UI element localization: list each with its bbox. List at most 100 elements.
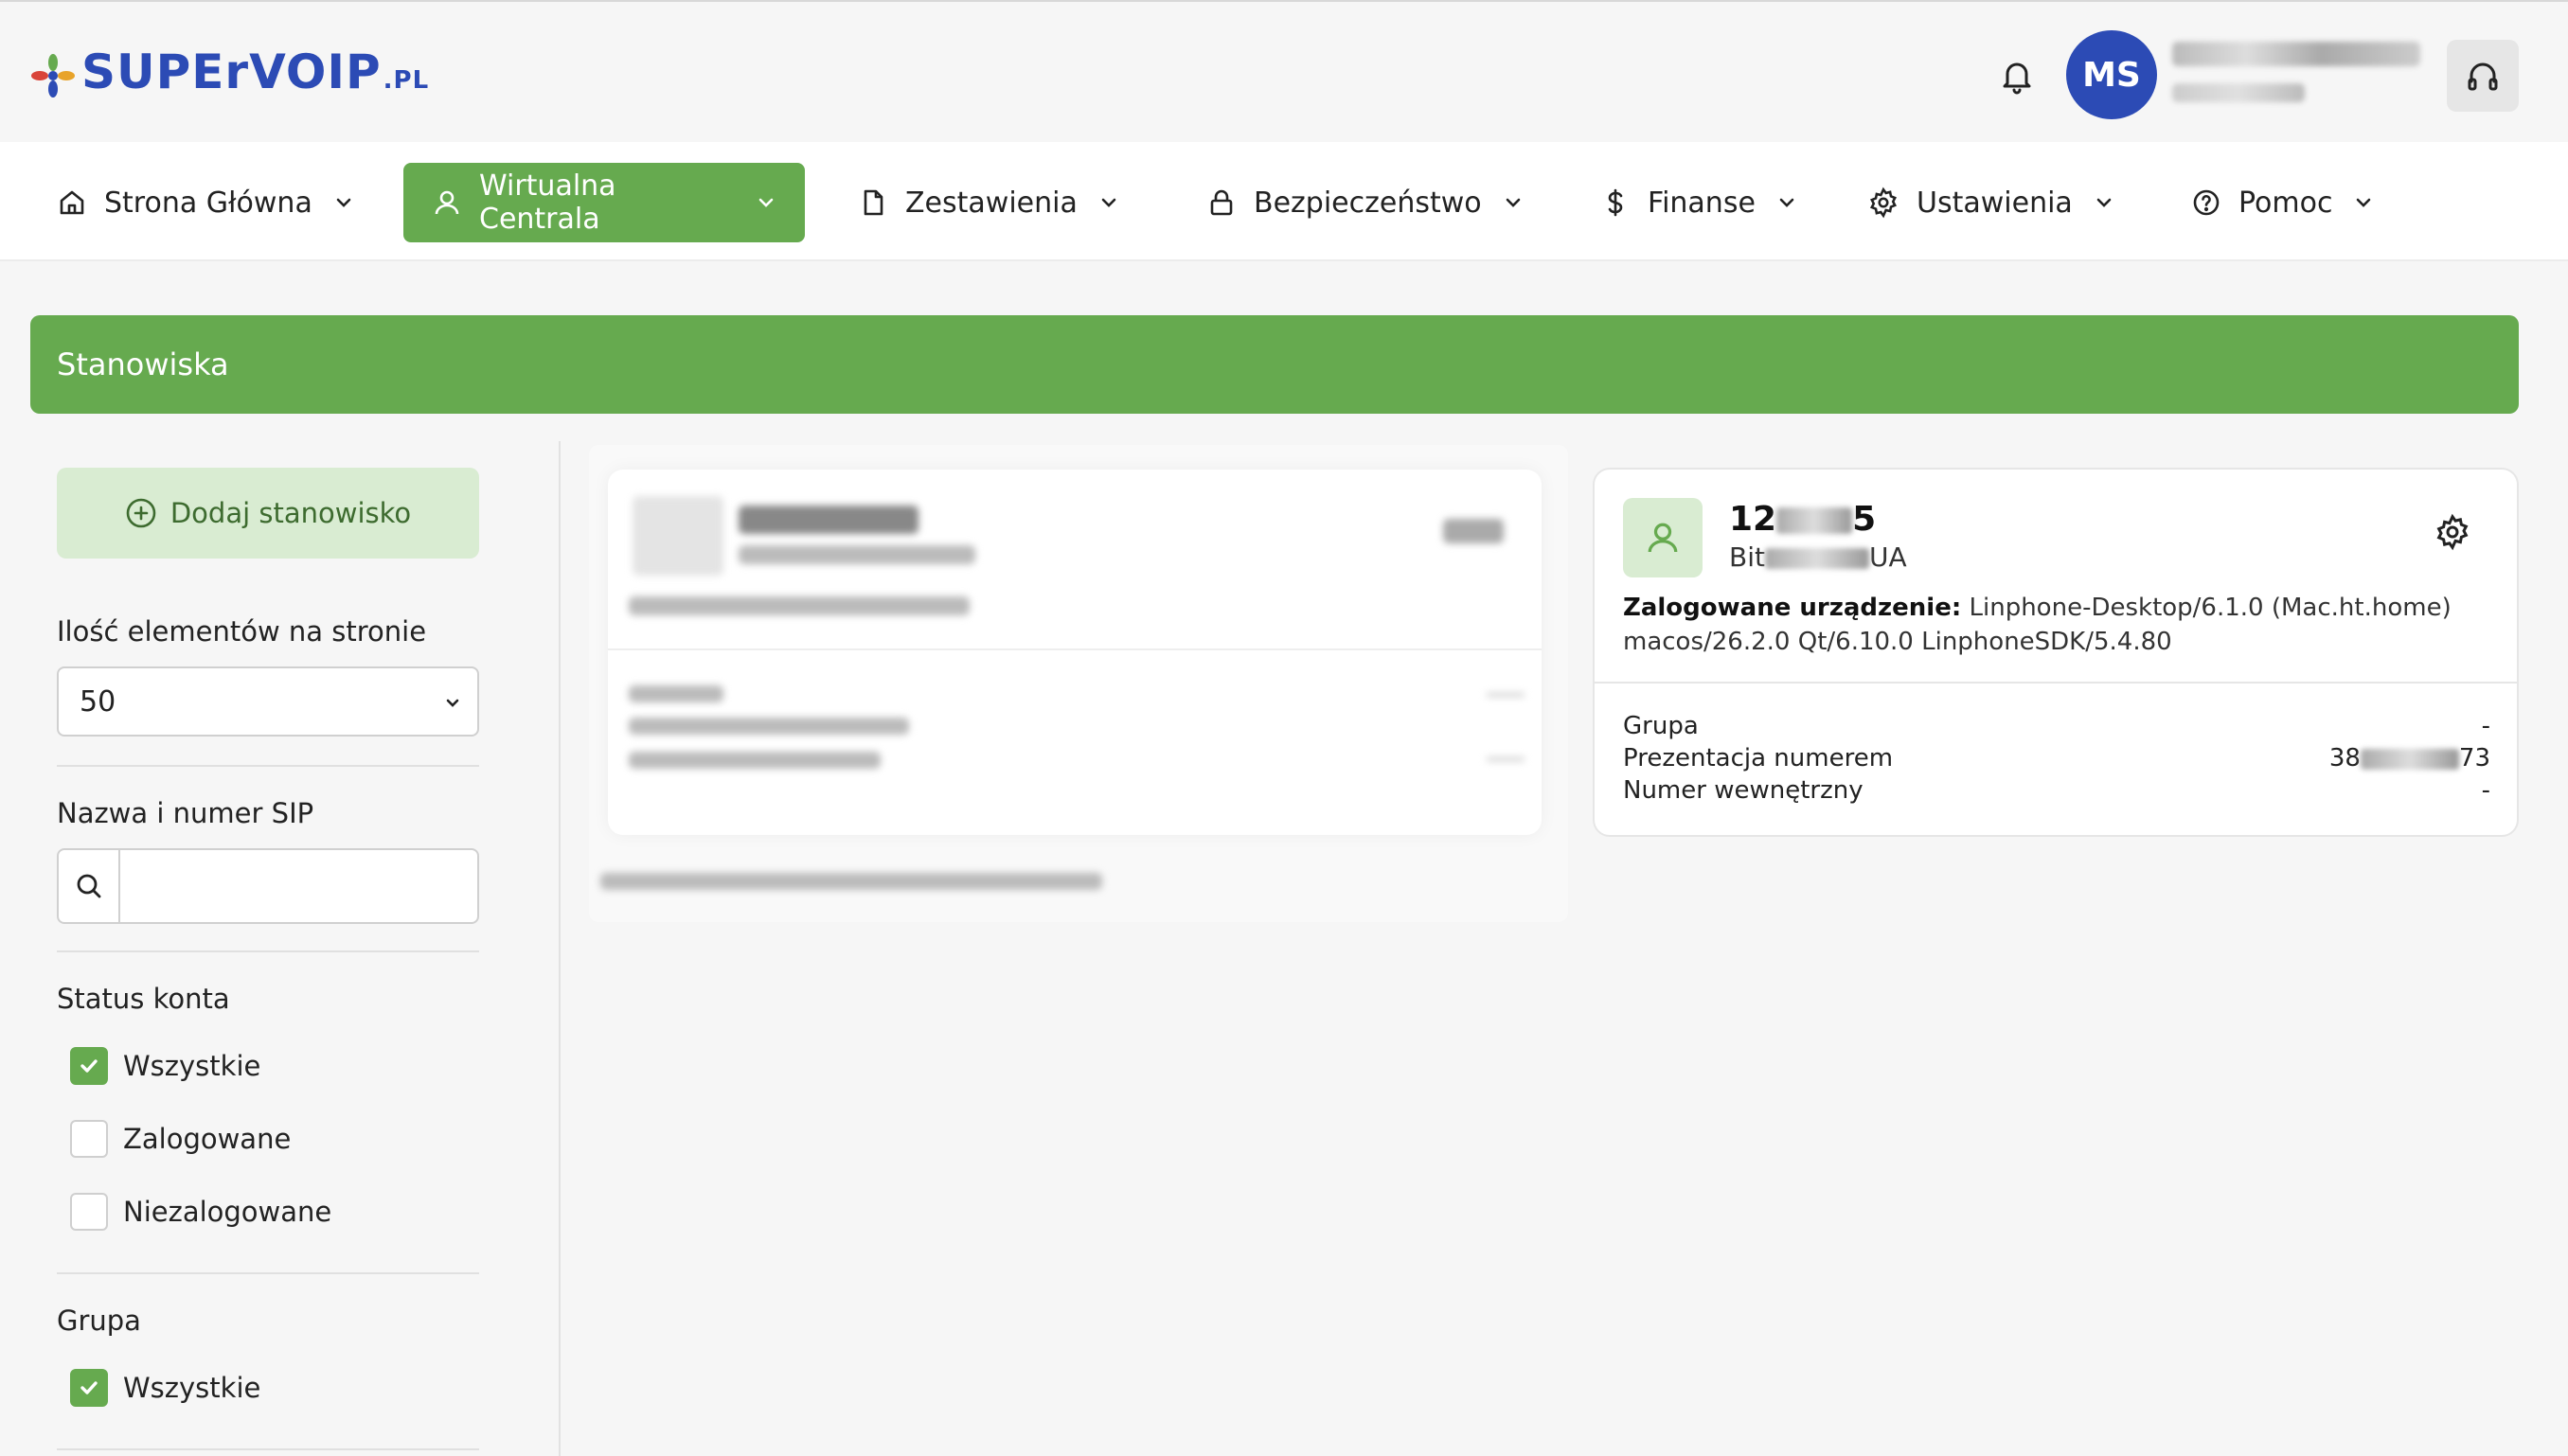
station-avatar — [1623, 498, 1703, 577]
nav-label: Ustawienia — [1917, 186, 2073, 220]
gear-icon[interactable] — [2434, 513, 2471, 551]
station-name-prefix: Bit — [1729, 542, 1765, 573]
nav-finanse[interactable]: Finanse — [1572, 163, 1826, 242]
divider — [1595, 682, 2517, 684]
support-button[interactable] — [2447, 40, 2519, 112]
station-number-redacted — [739, 506, 918, 534]
logo-text: SUPErVOIP — [81, 44, 382, 99]
logo[interactable]: SUPErVOIP.PL — [30, 45, 430, 102]
detail-row-label: Grupa — [1623, 712, 1699, 740]
check-icon — [80, 1059, 98, 1073]
page-title: Stanowiska — [57, 346, 229, 382]
detail-row-value: - — [2481, 712, 2490, 740]
station-detail-card[interactable]: 12 5 Bit UA Zalogowane urządzenie: Linphon… — [1593, 468, 2519, 837]
chevron-down-icon — [2096, 198, 2112, 207]
divider — [608, 648, 1542, 650]
group-option-label: Wszystkie — [123, 1372, 261, 1404]
station-number-redacted — [1776, 507, 1853, 534]
status-option-not-logged[interactable]: Niezalogowane — [70, 1193, 331, 1231]
nav-pomoc[interactable]: Pomoc — [2163, 163, 2402, 242]
divider — [57, 765, 479, 767]
dollar-icon — [1608, 188, 1623, 217]
chevron-down-icon — [1101, 198, 1116, 207]
logged-device-label: Zalogowane urządzenie: — [1623, 594, 1962, 622]
chevron-down-icon — [336, 198, 351, 207]
detail-row-label: Prezentacja numerem — [1623, 744, 1894, 772]
status-option-label: Niezalogowane — [123, 1196, 332, 1228]
checkbox-unchecked[interactable] — [70, 1120, 108, 1158]
search-input[interactable] — [120, 850, 477, 922]
checkbox-checked[interactable] — [70, 1047, 108, 1085]
chevron-down-icon — [758, 198, 774, 207]
station-row-redacted — [629, 752, 881, 769]
checkbox-unchecked[interactable] — [70, 1193, 108, 1231]
status-option-logged[interactable]: Zalogowane — [70, 1120, 291, 1158]
home-icon — [60, 190, 84, 215]
document-icon — [864, 189, 883, 216]
add-station-label: Dodaj stanowisko — [169, 497, 412, 529]
nav-label: Strona Główna — [104, 186, 312, 220]
detail-row-label: Numer wewnętrzny — [1623, 776, 1864, 805]
logo-suffix: .PL — [383, 65, 430, 95]
nav-ustawienia[interactable]: Ustawienia — [1839, 163, 2143, 242]
group-option-all[interactable]: Wszystkie — [70, 1369, 260, 1407]
station-name-redacted — [1764, 548, 1869, 569]
nav-label: Finanse — [1648, 186, 1756, 220]
status-option-label: Zalogowane — [123, 1123, 292, 1155]
checkbox-checked[interactable] — [70, 1369, 108, 1407]
station-number-prefix: 12 — [1729, 500, 1777, 539]
nav-zestawienia[interactable]: Zestawienia — [829, 163, 1148, 242]
station-name-redacted — [739, 545, 975, 564]
divider — [57, 1448, 479, 1450]
per-page-label: Ilość elementów na stronie — [57, 615, 427, 648]
lock-icon — [1210, 189, 1233, 216]
status-option-all[interactable]: Wszystkie — [70, 1047, 260, 1085]
per-page-select[interactable]: 50 — [57, 666, 479, 737]
nav-label: Pomoc — [2238, 186, 2333, 220]
nav-strona-glowna[interactable]: Strona Główna — [28, 163, 383, 242]
nav-bezpieczenstwo[interactable]: Bezpieczeństwo — [1178, 163, 1552, 242]
main-nav: Strona Główna Wirtualna Centrala Zestawi… — [0, 142, 2568, 261]
bell-icon[interactable] — [1996, 55, 2038, 97]
chevron-down-icon — [1779, 198, 1794, 207]
station-number-suffix: 5 — [1852, 500, 1877, 539]
logo-flower-icon — [31, 54, 75, 98]
nav-label: Wirtualna Centrala — [479, 169, 616, 236]
check-icon — [80, 1381, 98, 1394]
station-number: 12 5 — [1729, 500, 1876, 539]
caller-id-suffix: 73 — [2458, 744, 2490, 772]
search-box — [57, 848, 479, 924]
pagination-info-redacted — [600, 873, 1102, 890]
page-title-bar: Stanowiska — [30, 315, 2519, 414]
headset-icon — [2468, 62, 2498, 91]
status-option-label: Wszystkie — [123, 1050, 261, 1082]
caller-id-prefix: 38 — [2328, 744, 2361, 772]
group-label: Grupa — [57, 1305, 141, 1337]
detail-row-extension: Numer wewnętrzny - — [1623, 776, 2490, 805]
filters-sidebar: Dodaj stanowisko Ilość elementów na stro… — [0, 441, 561, 1456]
station-status-redacted — [1443, 519, 1504, 543]
logged-device: Zalogowane urządzenie: Linphone-Desktop/… — [1623, 591, 2494, 659]
avatar-initials: MS — [2082, 55, 2141, 95]
user-name-redacted — [2172, 42, 2420, 66]
search-icon[interactable] — [59, 850, 120, 922]
avatar[interactable]: MS — [2066, 30, 2157, 119]
detail-row-caller-id: Prezentacja numerem 38 73 — [1623, 744, 2490, 772]
nav-wirtualna-centrala[interactable]: Wirtualna Centrala — [403, 163, 805, 242]
user-icon — [435, 190, 459, 215]
detail-row-value: - — [2481, 776, 2490, 805]
caller-id-redacted — [2360, 748, 2459, 770]
add-station-button[interactable]: Dodaj stanowisko — [57, 468, 479, 559]
chevron-down-icon — [446, 699, 459, 707]
user-id-redacted — [2172, 83, 2305, 102]
user-icon — [1648, 523, 1678, 553]
detail-row-value: 38 73 — [2329, 744, 2490, 772]
nav-label: Zestawienia — [905, 186, 1078, 220]
chevron-down-icon — [2357, 198, 2371, 207]
divider — [57, 950, 479, 952]
divider — [57, 1272, 479, 1274]
station-name: Bit UA — [1729, 542, 1907, 573]
gear-icon — [1870, 186, 1897, 219]
top-header: SUPErVOIP.PL MS — [0, 0, 2568, 142]
help-icon — [2193, 189, 2220, 216]
